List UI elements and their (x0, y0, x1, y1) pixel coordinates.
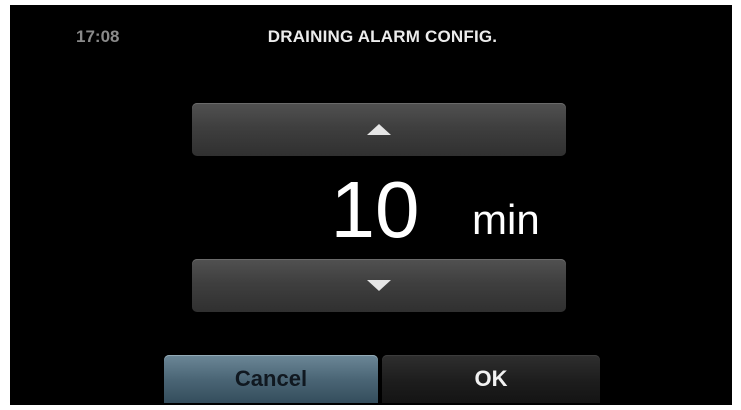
triangle-up-icon (367, 124, 391, 135)
clock-time: 17:08 (76, 27, 120, 46)
triangle-down-icon (367, 280, 391, 291)
increase-button[interactable] (192, 103, 566, 156)
setting-value: 10 (330, 165, 420, 254)
ok-button[interactable]: OK (382, 355, 600, 403)
alarm-config-screen: 17:08 DRAINING ALARM CONFIG. 10 min Canc… (10, 5, 732, 405)
decrease-button[interactable] (192, 259, 566, 312)
cancel-button[interactable]: Cancel (164, 355, 378, 403)
setting-unit: min (472, 196, 540, 243)
screen-title: DRAINING ALARM CONFIG. (267, 27, 498, 46)
